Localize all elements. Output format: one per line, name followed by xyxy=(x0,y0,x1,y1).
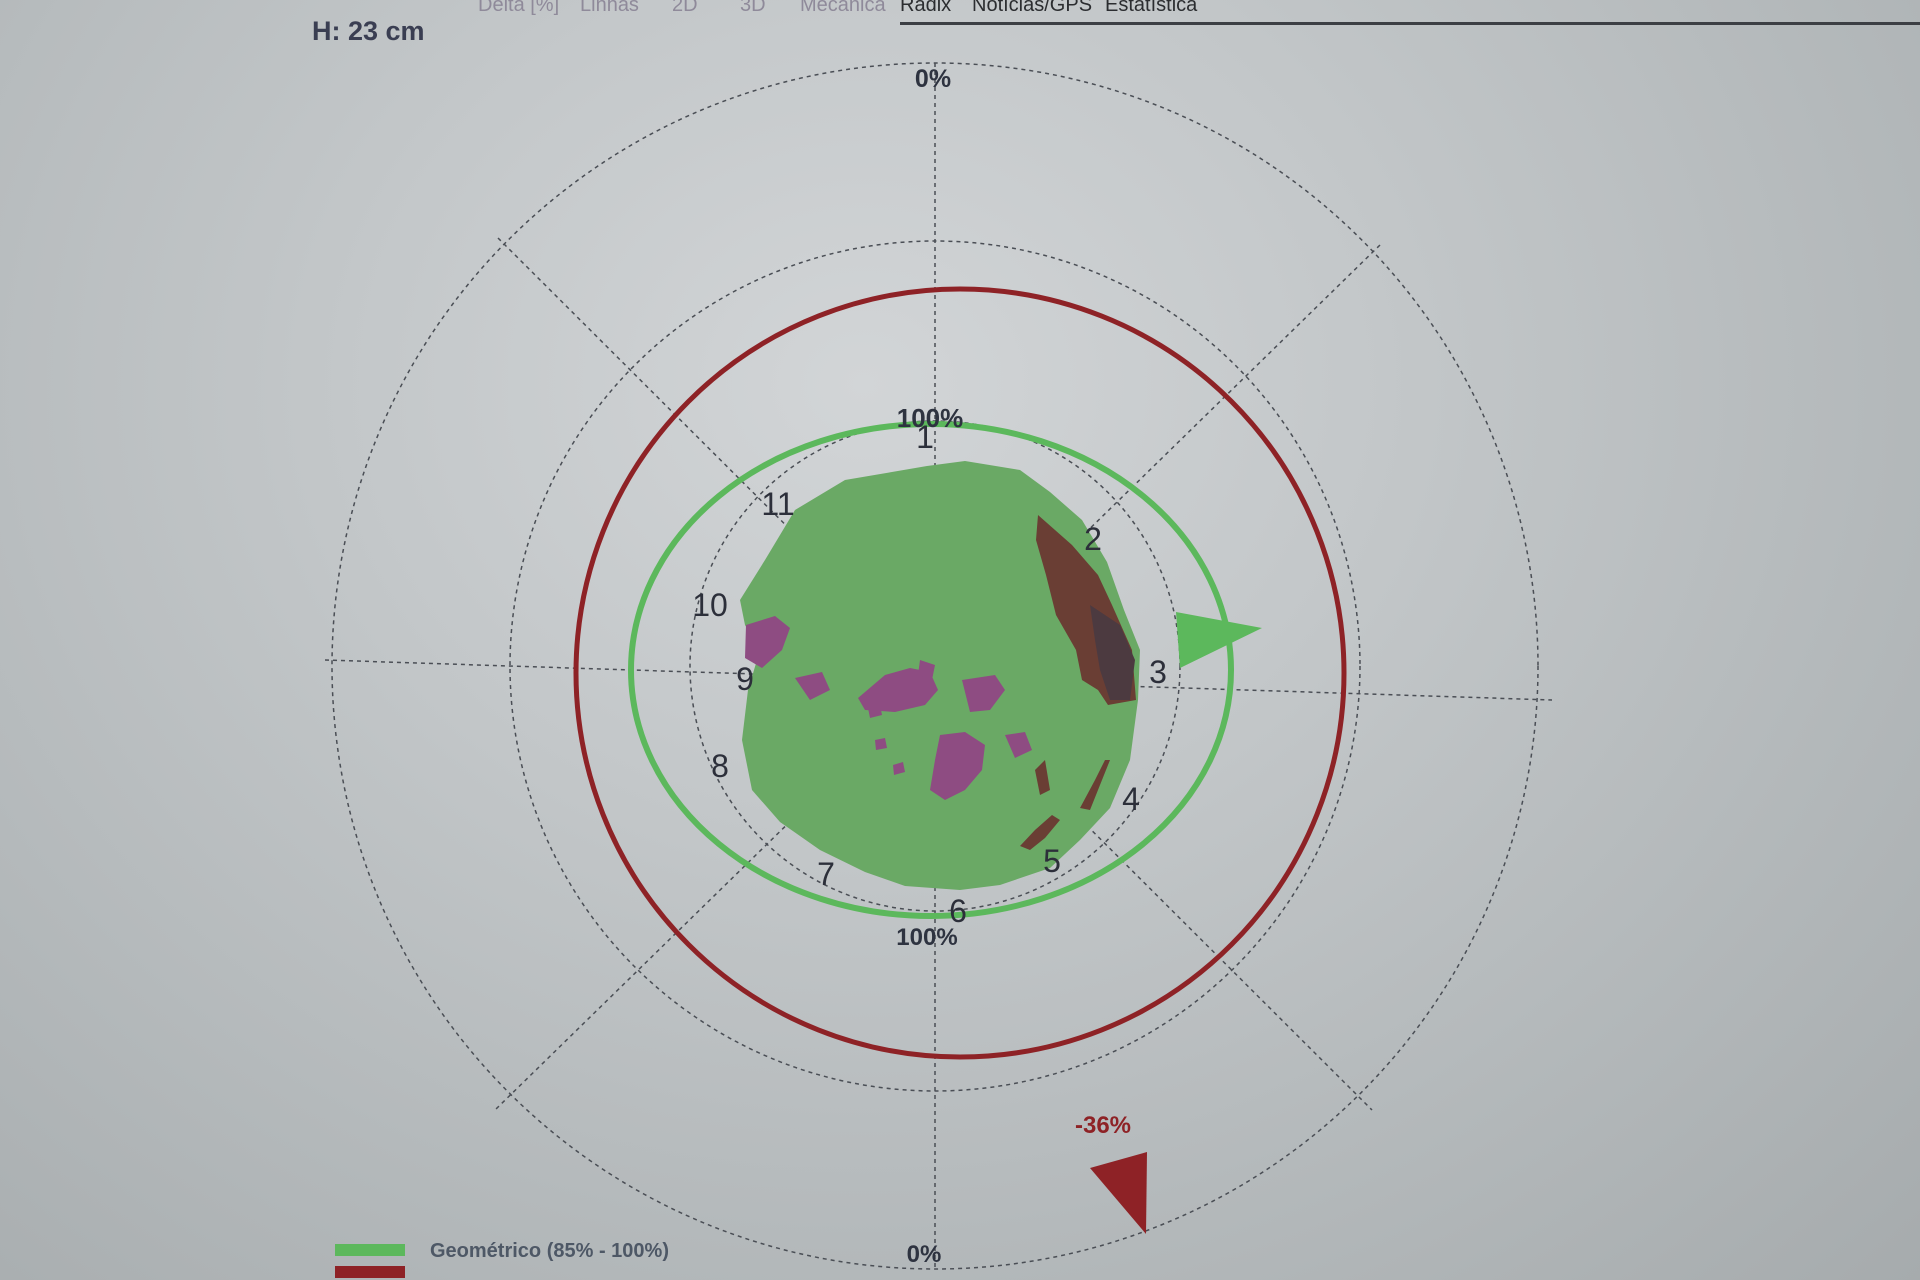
legend-swatch xyxy=(335,1266,405,1278)
purple-patch-10 xyxy=(875,738,887,750)
clock-label-3: 3 xyxy=(1149,654,1167,690)
clock-label-9: 9 xyxy=(736,661,754,697)
clock-label-2: 2 xyxy=(1084,521,1102,557)
outer-top-label: 0% xyxy=(915,65,951,93)
legend-swatch xyxy=(335,1244,405,1256)
measurement-area xyxy=(740,461,1140,890)
measurement-fill xyxy=(740,461,1140,890)
clock-label-6: 6 xyxy=(949,893,967,929)
green-pointer-icon xyxy=(1176,612,1262,668)
clock-label-7: 7 xyxy=(817,856,835,892)
clock-label-8: 8 xyxy=(711,748,729,784)
clock-label-11: 11 xyxy=(761,486,794,522)
red-indicator-label: -36% xyxy=(1075,1112,1131,1139)
clock-label-10: 10 xyxy=(692,587,728,623)
legend-label: Geométrico (85% - 100%) xyxy=(430,1240,669,1262)
clock-label-4: 4 xyxy=(1122,781,1140,817)
clock-label-5: 5 xyxy=(1043,843,1061,879)
radar-chart: 0% 0% 100% 100% -36% 1234567891011 xyxy=(324,62,1553,1270)
outer-bottom-label: 0% xyxy=(907,1241,942,1268)
red-pointer-icon xyxy=(1090,1152,1147,1234)
clock-label-1: 1 xyxy=(916,419,934,455)
